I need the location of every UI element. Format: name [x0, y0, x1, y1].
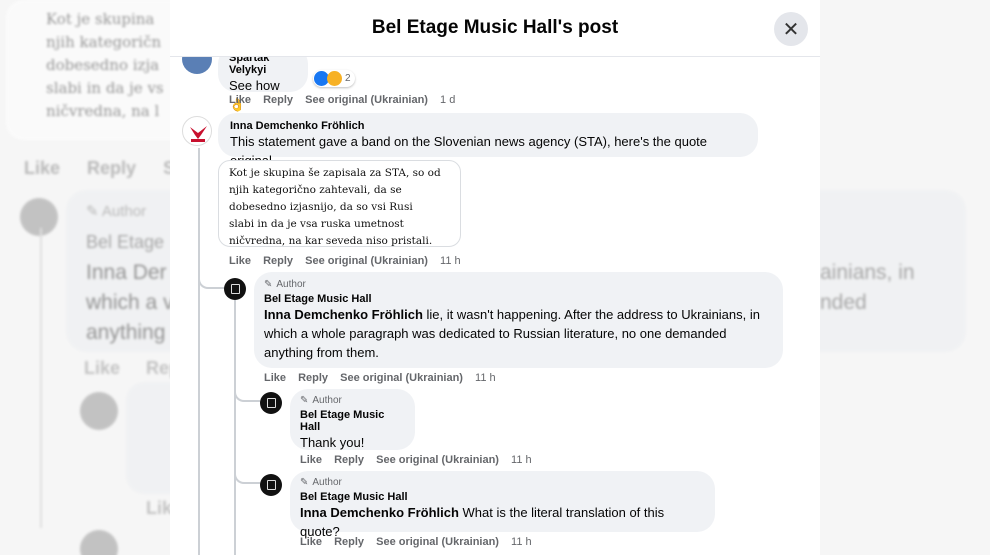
- like-link[interactable]: Like: [264, 372, 286, 384]
- timestamp[interactable]: 1 d: [440, 94, 455, 106]
- quote-line: ničvredna, na kar seveda niso pristali.: [229, 235, 433, 247]
- bg-name: Bel Etage: [86, 232, 165, 252]
- bg-reply: Reply: [87, 158, 137, 178]
- see-original-link[interactable]: See original (Ukrainian): [376, 536, 499, 548]
- commenter-name[interactable]: Bel Etage Music Hall: [264, 293, 773, 305]
- like-link[interactable]: Like: [229, 255, 251, 267]
- reply-bubble: ✎ Author Bel Etage Music Hall Inna Demche…: [290, 471, 715, 539]
- mention-link[interactable]: Inna Demchenko Fröhlich: [300, 505, 459, 520]
- avatar[interactable]: [260, 474, 282, 496]
- bg-like: Like: [24, 158, 61, 178]
- comment-actions: Like Reply See original (Ukrainian) 11 h: [300, 536, 541, 548]
- like-link[interactable]: Like: [300, 454, 322, 466]
- comment-bubble-inna: Inna Demchenko Fröhlich This statement g…: [218, 113, 758, 168]
- author-badge: ✎ Author: [264, 279, 306, 290]
- bg-text: Inna Der which a v anything: [86, 261, 174, 344]
- avatar[interactable]: [182, 116, 212, 146]
- reply-bubble: ✎ Author Bel Etage Music Hall Inna Demche…: [254, 272, 783, 368]
- reply-link[interactable]: Reply: [263, 255, 293, 267]
- bg-avatar-2: [80, 392, 118, 430]
- quote-line: slabi in da je vsa ruska umetnost: [229, 218, 404, 230]
- bg-author-badge: ✎ Author: [86, 203, 147, 220]
- pencil-icon: ✎: [300, 477, 309, 488]
- see-original-link[interactable]: See original (Ukrainian): [340, 372, 463, 384]
- thread-connector: [234, 462, 260, 484]
- author-badge: ✎ Author: [300, 395, 342, 406]
- thread-connector: [198, 265, 224, 289]
- comment-actions: Like Reply See original (Ukrainian) 11 h: [229, 255, 470, 267]
- comment-actions: Like Reply See original (Ukrainian) 1 d: [229, 94, 464, 106]
- avatar[interactable]: [260, 392, 282, 414]
- close-icon: ✕: [782, 18, 800, 41]
- like-link[interactable]: Like: [229, 94, 251, 106]
- commenter-name[interactable]: Inna Demchenko Fröhlich: [230, 120, 746, 132]
- bg-thread-line: [40, 228, 42, 528]
- reaction-summary[interactable]: 2: [313, 70, 355, 87]
- commenter-name[interactable]: Bel Etage Music Hall: [300, 409, 405, 433]
- reply-bubble: ✎ Author Bel Etage Music Hall Thank you!: [290, 389, 415, 450]
- comment-actions: Like Reply See original (Ukrainian) 11 h: [264, 372, 505, 384]
- bg-avatar-3: [80, 530, 118, 555]
- bg-like-3: Lik: [146, 498, 173, 518]
- comment-text: Thank you!: [300, 435, 365, 450]
- see-original-link[interactable]: See original (Ukrainian): [376, 454, 499, 466]
- commenter-name[interactable]: Bel Etage Music Hall: [300, 491, 705, 503]
- bg-post-card: Kot je skupina njih kategoričn dobesedno…: [6, 0, 196, 140]
- timestamp[interactable]: 11 h: [440, 255, 461, 267]
- avatar[interactable]: [224, 278, 246, 300]
- reply-link[interactable]: Reply: [334, 454, 364, 466]
- see-original-link[interactable]: See original (Ukrainian): [305, 94, 428, 106]
- bg-avatar: [20, 198, 58, 236]
- post-modal: Bel Etage Music Hall's post ✕ Spartak Ve…: [170, 0, 820, 555]
- thread-connector: [234, 380, 260, 402]
- thread-line: [198, 148, 200, 555]
- reply-link[interactable]: Reply: [334, 536, 364, 548]
- bird-logo-icon: [190, 126, 207, 142]
- bg-like-2: Like: [84, 358, 121, 378]
- timestamp[interactable]: 11 h: [511, 536, 532, 548]
- modal-title: Bel Etage Music Hall's post: [371, 17, 619, 38]
- modal-header: Bel Etage Music Hall's post ✕: [170, 0, 820, 57]
- quote-line: dobesedno izjasnijo, da so vsi Rusi: [229, 201, 413, 213]
- reply-link[interactable]: Reply: [298, 372, 328, 384]
- reply-link[interactable]: Reply: [263, 94, 293, 106]
- comment-actions: Like Reply See original (Ukrainian) 11 h: [300, 454, 541, 466]
- pencil-icon: ✎: [264, 279, 273, 290]
- quote-line: Kot je skupina še zapisala za STA, so od: [229, 167, 441, 179]
- mention-link[interactable]: Inna Demchenko Fröhlich: [264, 307, 423, 322]
- comment-text: Inna Demchenko Fröhlich lie, it wasn't h…: [264, 307, 760, 360]
- pencil-icon: ✎: [300, 395, 309, 406]
- close-button[interactable]: ✕: [774, 12, 808, 46]
- like-link[interactable]: Like: [300, 536, 322, 548]
- reaction-count: 2: [345, 73, 351, 84]
- timestamp[interactable]: 11 h: [511, 454, 532, 466]
- quote-line: njih kategorično zahtevali, da se: [229, 184, 402, 196]
- author-badge: ✎ Author: [300, 477, 342, 488]
- haha-reaction-icon: [327, 71, 342, 86]
- quote-image[interactable]: Kot je skupina še zapisala za STA, so od…: [218, 160, 461, 247]
- bg-actions: Like Reply S: [24, 158, 175, 179]
- thread-line: [234, 300, 236, 555]
- see-original-link[interactable]: See original (Ukrainian): [305, 255, 428, 267]
- timestamp[interactable]: 11 h: [475, 372, 496, 384]
- bg-text-right: ainians, in nded: [820, 261, 915, 314]
